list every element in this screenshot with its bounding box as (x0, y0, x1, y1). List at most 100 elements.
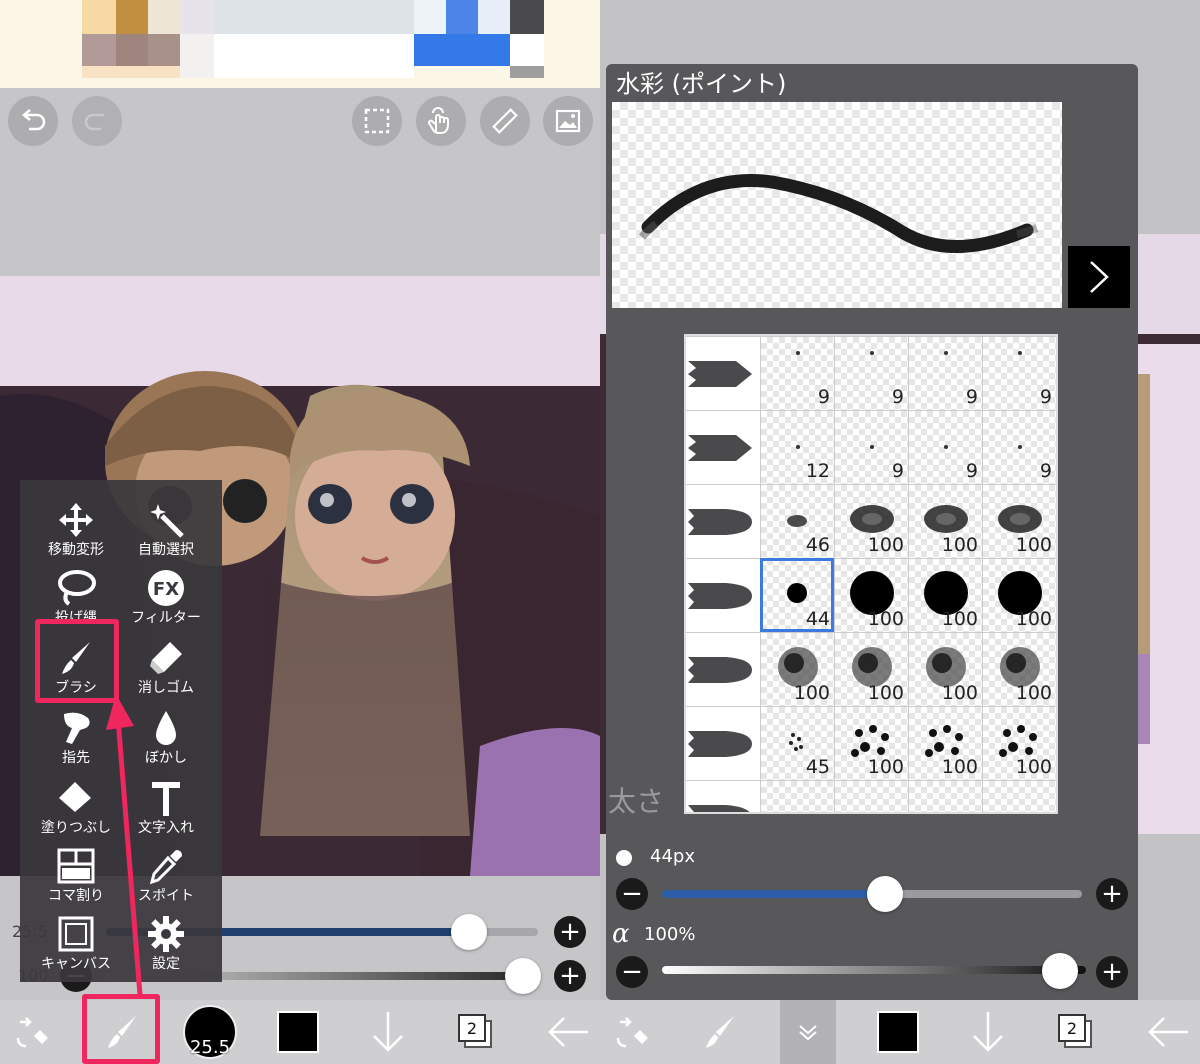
brush-size-label: 25.5 (189, 1037, 231, 1058)
opacity-knob[interactable] (504, 958, 541, 994)
brush-preset-cell[interactable]: 12 (760, 410, 834, 484)
brush-preset-cell[interactable] (760, 780, 835, 814)
brush-preset-cell[interactable]: 100 (982, 484, 1056, 558)
brush-preset-cell[interactable]: 9 (908, 410, 982, 484)
color-swatch-button[interactable] (266, 1000, 330, 1064)
brush-preset-size: 100 (1015, 682, 1052, 704)
brush-preset-size: 100 (867, 682, 904, 704)
brush-preview (612, 102, 1062, 308)
ruler-button[interactable] (480, 96, 530, 146)
brush-preset-cell[interactable]: 100 (760, 632, 834, 706)
brush-preset-cell[interactable] (908, 780, 982, 812)
brush-tip-icon (688, 583, 752, 609)
brush-preset-cell[interactable]: 44 (760, 558, 834, 632)
size-minus-button[interactable]: − (616, 878, 648, 910)
layers-icon: 2 (1058, 1014, 1094, 1050)
brush-preset-cell[interactable]: 100 (834, 632, 908, 706)
brush-preset-size: 100 (941, 682, 978, 704)
brush-preset-cell[interactable] (834, 780, 908, 812)
brush-preset-cell[interactable]: 100 (834, 706, 908, 780)
brush-preset-size: 100 (867, 534, 904, 556)
brush-tip-shape-cell (686, 336, 760, 410)
width-plus-button[interactable]: + (554, 916, 586, 948)
alpha-knob[interactable] (1041, 953, 1078, 989)
brush-tip-shape-cell (686, 780, 760, 812)
down-arrow-button[interactable] (356, 1000, 420, 1064)
alpha-plus-button[interactable]: + (1096, 956, 1128, 988)
brush-preset-cell[interactable]: 100 (982, 558, 1056, 632)
selection-button[interactable] (352, 96, 402, 146)
color-swatch-button[interactable] (866, 1000, 930, 1064)
brush-preset-cell[interactable]: 9 (982, 336, 1056, 410)
image-button[interactable] (543, 96, 593, 146)
tool-filter[interactable]: FX フィルター (116, 566, 216, 636)
brush-preset-cell[interactable]: 100 (908, 484, 982, 558)
back-button[interactable] (1136, 1000, 1200, 1064)
brush-preset-size: 46 (805, 534, 830, 556)
brush-preset-cell[interactable]: 100 (834, 558, 908, 632)
svg-text:FX: FX (153, 579, 179, 600)
brush-preset-size: 100 (1015, 608, 1052, 630)
brush-preset-cell[interactable]: 9 (760, 336, 834, 410)
brush-bottom-button[interactable] (688, 1000, 752, 1064)
brush-grid: 9 9 9 9 12 9 9 9 46 100 100 100 44 100 100 100 100 100 100… (684, 334, 1058, 814)
finger-icon (64, 712, 90, 744)
brush-dab-preview (983, 781, 1057, 814)
tool-auto-select[interactable]: 自動選択 (116, 498, 216, 568)
brush-preset-size: 100 (867, 756, 904, 778)
tool-label: 移動変形 (48, 542, 104, 558)
chevron-double-down-icon (799, 1025, 817, 1041)
layers-button[interactable]: 2 (1044, 1000, 1108, 1064)
brush-preset-cell[interactable]: 9 (834, 410, 908, 484)
brush-size-indicator[interactable]: 25.5 (178, 1000, 242, 1064)
brush-width-knob[interactable] (450, 914, 487, 950)
brush-preset-size: 100 (867, 608, 904, 630)
brush-tip-shape-cell (686, 632, 760, 706)
arrow-left-icon (548, 1017, 588, 1047)
brush-preset-cell[interactable] (982, 780, 1057, 814)
arrow-down-icon (373, 1012, 403, 1052)
brush-preset-size: 9 (817, 386, 830, 408)
brush-detail-button[interactable] (1068, 246, 1130, 308)
brush-preset-cell[interactable]: 100 (982, 632, 1056, 706)
undo-button[interactable] (8, 96, 58, 146)
brush-tip-icon (688, 361, 752, 387)
down-arrow-button[interactable] (956, 1000, 1020, 1064)
brush-preset-cell[interactable]: 46 (760, 484, 834, 558)
arrow-down-icon (973, 1012, 1003, 1052)
swap-tools-button[interactable] (0, 1000, 64, 1064)
brush-preset-cell[interactable]: 100 (908, 632, 982, 706)
back-button[interactable] (536, 1000, 600, 1064)
ad-banner[interactable] (0, 0, 600, 88)
brush-preset-cell[interactable]: 9 (982, 410, 1056, 484)
brush-preset-cell[interactable]: 100 (834, 484, 908, 558)
alpha-track[interactable] (662, 966, 1086, 974)
brush-dab-preview (761, 781, 835, 814)
swap-tools-button[interactable] (600, 1000, 664, 1064)
hand-button[interactable] (416, 96, 466, 146)
redo-icon (84, 113, 104, 131)
tool-move-transform[interactable]: 移動変形 (26, 498, 126, 568)
brush-preset-cell[interactable]: 100 (908, 558, 982, 632)
selection-rect-icon (364, 108, 390, 134)
brush-preset-cell[interactable]: 9 (834, 336, 908, 410)
layers-icon: 2 (458, 1014, 494, 1050)
bottom-toolbar-right: 2 (600, 1000, 1200, 1064)
brush-preset-size: 44 (805, 608, 830, 630)
layers-button[interactable]: 2 (444, 1000, 508, 1064)
collapse-panel-button[interactable] (780, 1000, 836, 1064)
alpha-minus-button[interactable]: − (616, 956, 648, 988)
brush-preset-cell[interactable]: 9 (908, 336, 982, 410)
brush-preset-cell[interactable]: 100 (908, 706, 982, 780)
opacity-plus-button[interactable]: + (554, 960, 586, 992)
brush-tip-shape-cell (686, 558, 760, 632)
size-plus-button[interactable]: + (1096, 878, 1128, 910)
brush-tip-shape-cell (686, 706, 760, 780)
image-icon (555, 109, 581, 133)
color-swatch (877, 1011, 919, 1053)
brush-preset-cell[interactable]: 100 (982, 706, 1056, 780)
redo-button[interactable] (72, 96, 122, 146)
bottom-brush-highlight-box (82, 994, 160, 1064)
size-knob[interactable] (866, 876, 903, 912)
brush-preset-cell[interactable]: 45 (760, 706, 834, 780)
